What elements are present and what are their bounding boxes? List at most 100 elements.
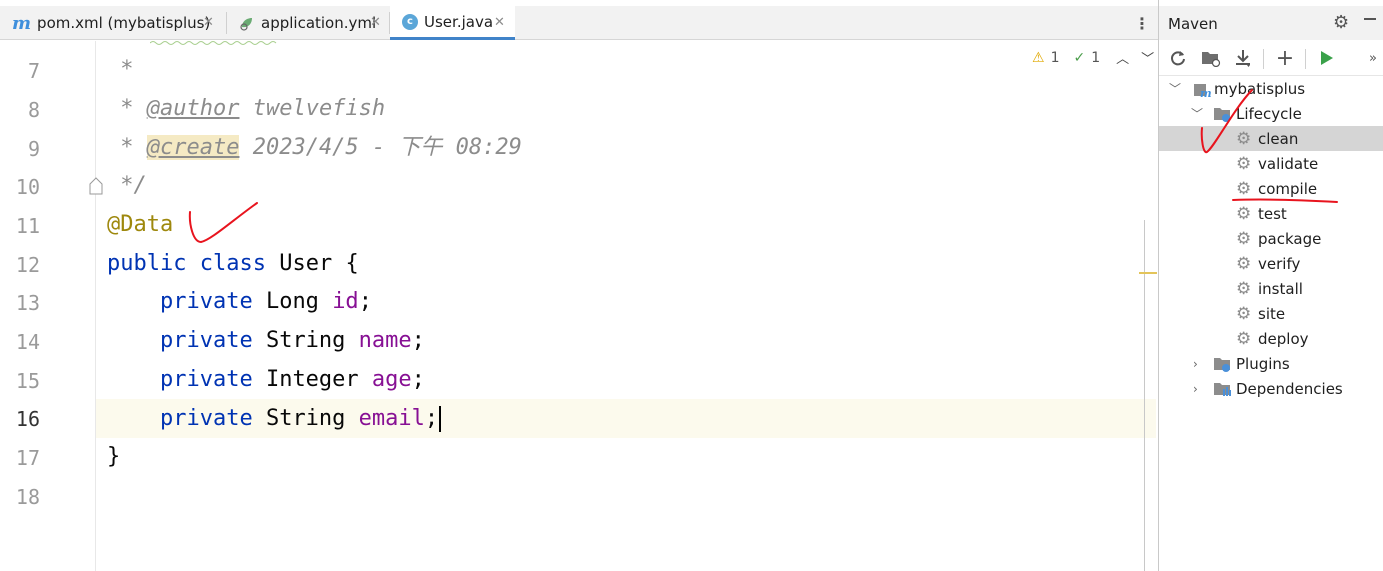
tree-label: mybatisplus — [1214, 79, 1306, 98]
gear-icon: ⚙ — [1236, 278, 1252, 299]
lifecycle-phase-compile[interactable]: ⚙ compile — [1159, 176, 1383, 201]
editor-tab-bar: m pom.xml (mybatisplus) ✕ application.ym… — [0, 6, 1158, 40]
tree-label: clean — [1258, 129, 1299, 148]
tab-pom-xml[interactable]: m pom.xml (mybatisplus) ✕ — [0, 6, 225, 40]
tree-item-lifecycle[interactable]: ﹀ Lifecycle — [1159, 101, 1383, 126]
lifecycle-phase-clean[interactable]: ⚙ clean — [1159, 126, 1383, 151]
tree-label: test — [1258, 204, 1287, 223]
chevron-right-icon[interactable]: › — [1193, 382, 1198, 396]
line-number: 17 — [15, 446, 40, 470]
add-icon[interactable]: + — [1273, 46, 1297, 71]
close-icon[interactable]: ✕ — [203, 15, 214, 30]
download-icon[interactable] — [1231, 46, 1255, 70]
gear-icon: ⚙ — [1236, 328, 1252, 349]
maven-tool-window: Maven ⚙ + » ﹀ m mybatisplus ﹀ Lifecycle … — [1158, 0, 1383, 571]
tree-item-dependencies[interactable]: › Dependencies — [1159, 376, 1383, 401]
tree-label: install — [1258, 279, 1303, 298]
warning-icon: ⚠ — [1032, 49, 1045, 66]
lifecycle-phase-test[interactable]: ⚙ test — [1159, 201, 1383, 226]
tab-overflow-icon[interactable]: ⋮ — [1134, 14, 1150, 33]
run-icon[interactable] — [1315, 46, 1339, 70]
gear-icon: ⚙ — [1236, 253, 1252, 274]
maven-project-icon: m — [1193, 80, 1212, 100]
tree-label: package — [1258, 229, 1322, 248]
line-number: 7 — [27, 59, 40, 83]
code-line-10[interactable]: */ — [107, 171, 147, 201]
line-number-gutter: 7 8 9 10 11 12 13 14 15 16 17 18 — [0, 41, 96, 571]
chevron-down-icon[interactable]: ﹀ — [1169, 80, 1181, 97]
warning-count: 1 — [1050, 49, 1060, 66]
maven-toolbar: + » — [1159, 40, 1383, 76]
code-line-15[interactable]: private Integer age; — [107, 365, 425, 395]
tab-label: User.java — [424, 12, 494, 31]
gear-icon: ⚙ — [1236, 178, 1252, 199]
close-icon[interactable]: ✕ — [370, 15, 381, 30]
wavy-underline — [150, 41, 277, 45]
add-folder-icon[interactable] — [1199, 46, 1223, 70]
java-class-icon: c — [402, 13, 418, 30]
close-icon[interactable]: ✕ — [494, 15, 505, 30]
gear-icon: ⚙ — [1236, 128, 1252, 149]
code-line-11[interactable]: @Data — [107, 210, 173, 240]
text-caret — [439, 406, 442, 432]
weak-warning-check-icon: ✓ — [1073, 49, 1086, 66]
plugins-folder-icon — [1213, 356, 1231, 372]
dependencies-folder-icon — [1213, 381, 1231, 396]
lifecycle-phase-validate[interactable]: ⚙ validate — [1159, 151, 1383, 176]
tree-label: site — [1258, 304, 1286, 323]
tree-label: compile — [1258, 179, 1318, 198]
scrollbar-marker[interactable] — [1139, 272, 1157, 274]
line-number: 18 — [15, 485, 40, 509]
line-number: 11 — [15, 214, 40, 238]
svg-text:m: m — [1200, 87, 1211, 98]
lifecycle-phase-deploy[interactable]: ⚙ deploy — [1159, 326, 1383, 351]
gear-icon: ⚙ — [1236, 303, 1252, 324]
code-line-12[interactable]: public class User { — [107, 249, 359, 279]
tab-user-java[interactable]: c User.java ✕ — [390, 6, 515, 40]
gear-icon[interactable]: ⚙ — [1333, 12, 1349, 33]
reload-icon[interactable] — [1166, 46, 1190, 70]
gear-icon: ⚙ — [1236, 153, 1252, 174]
maven-title: Maven — [1168, 15, 1218, 33]
tree-label: Lifecycle — [1236, 104, 1302, 123]
weak-warning-count: 1 — [1091, 49, 1101, 66]
gear-icon: ⚙ — [1236, 228, 1252, 249]
code-line-14[interactable]: private String name; — [107, 326, 425, 356]
red-check-mark — [188, 202, 258, 244]
inspection-widget[interactable]: ⚠ 1 ✓ 1 ︿ ﹀ — [1032, 48, 1154, 68]
tab-application-yml[interactable]: application.yml ✕ — [227, 6, 389, 40]
editor-pane: m pom.xml (mybatisplus) ✕ application.ym… — [0, 0, 1158, 571]
tree-item-plugins[interactable]: › Plugins — [1159, 351, 1383, 376]
lifecycle-folder-icon — [1213, 106, 1231, 122]
chevron-right-icon[interactable]: › — [1193, 357, 1198, 371]
lifecycle-phase-install[interactable]: ⚙ install — [1159, 276, 1383, 301]
line-number: 13 — [15, 291, 40, 315]
next-highlight-icon[interactable]: ﹀ — [1141, 48, 1154, 67]
fold-icon[interactable] — [89, 177, 103, 195]
code-line-17[interactable]: } — [107, 442, 120, 472]
lifecycle-phase-package[interactable]: ⚙ package — [1159, 226, 1383, 251]
previous-highlight-icon[interactable]: ︿ — [1116, 48, 1129, 67]
code-line-9[interactable]: * @create 2023/4/5 - 下午 08:29 — [107, 133, 522, 163]
tree-label: verify — [1258, 254, 1301, 273]
code-line-8[interactable]: * @author twelvefish — [107, 94, 385, 124]
tree-label: Dependencies — [1236, 379, 1343, 398]
code-line-16[interactable]: private String email; — [107, 404, 442, 434]
line-number: 8 — [27, 98, 40, 122]
line-number: 9 — [27, 137, 40, 161]
tree-label: deploy — [1258, 329, 1309, 348]
code-line-13[interactable]: private Long id; — [107, 287, 372, 317]
chevron-down-icon[interactable]: ﹀ — [1191, 105, 1203, 122]
line-number: 10 — [15, 175, 40, 199]
line-number-current: 16 — [15, 407, 40, 431]
tab-label: pom.xml (mybatisplus) — [37, 14, 211, 32]
gear-icon: ⚙ — [1236, 203, 1252, 224]
more-icon[interactable]: » — [1361, 46, 1383, 70]
lifecycle-phase-verify[interactable]: ⚙ verify — [1159, 251, 1383, 276]
tree-item-project[interactable]: ﹀ m mybatisplus — [1159, 76, 1383, 101]
code-line-7[interactable]: * — [107, 55, 133, 85]
tree-label: Plugins — [1236, 354, 1290, 373]
minimize-icon[interactable] — [1364, 18, 1376, 20]
lifecycle-phase-site[interactable]: ⚙ site — [1159, 301, 1383, 326]
tab-label: application.yml — [261, 14, 377, 32]
